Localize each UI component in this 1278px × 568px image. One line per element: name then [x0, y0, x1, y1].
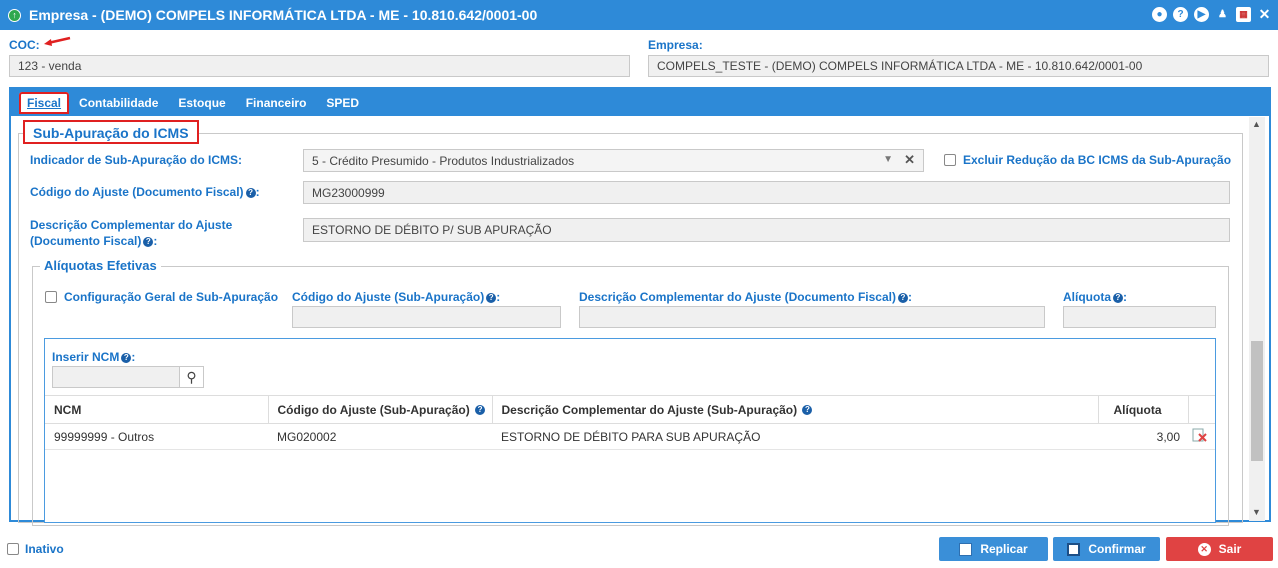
descricao-ajuste-label: Descrição Complementar do Ajuste (Docume… — [30, 218, 233, 248]
scroll-thumb[interactable] — [1251, 341, 1263, 461]
window-title: Empresa - (DEMO) COMPELS INFORMÁTICA LTD… — [29, 7, 538, 23]
excluir-reducao-label: Excluir Redução da BC ICMS da Sub-Apuraç… — [963, 153, 1232, 167]
replicar-label: Replicar — [980, 542, 1028, 556]
help-icon[interactable]: ? — [1113, 292, 1123, 303]
coc-field[interactable]: 123 - venda — [9, 55, 630, 77]
scroll-up-icon[interactable]: ▲ — [1252, 119, 1261, 129]
indicador-value: 5 - Crédito Presumido - Produtos Industr… — [312, 153, 575, 168]
replicar-button[interactable]: Replicar — [939, 537, 1048, 561]
help-icon[interactable]: ? — [143, 236, 154, 247]
sub-apuracao-legend: Sub-Apuração do ICMS — [23, 120, 199, 144]
aliquotas-legend: Alíquotas Efetivas — [40, 258, 161, 273]
help-icon[interactable]: ? — [1173, 7, 1188, 22]
copy-icon — [959, 542, 973, 556]
aliquota-label: Alíquota?: — [1063, 290, 1127, 304]
indicador-select[interactable]: 5 - Crédito Presumido - Produtos Industr… — [303, 149, 924, 172]
col-aliquota[interactable]: Alíquota — [1098, 395, 1189, 424]
table-row[interactable]: 99999999 - Outros MG020002 ESTORNO DE DÉ… — [45, 423, 1215, 450]
descricao-sub-field[interactable] — [579, 306, 1045, 328]
col-codigo-ajuste-text: Código do Ajuste (Sub-Apuração) — [277, 402, 470, 417]
cell-ncm: 99999999 - Outros — [45, 423, 268, 450]
col-descricao[interactable]: Descrição Complementar do Ajuste (Sub-Ap… — [492, 395, 1099, 424]
help-icon[interactable]: ? — [897, 292, 908, 303]
app-icon: ↑ — [8, 8, 21, 22]
exit-icon: ✕ — [1197, 542, 1211, 556]
codigo-sub-label: Código do Ajuste (Sub-Apuração)?: — [292, 290, 501, 304]
scroll-down-icon[interactable]: ▼ — [1252, 507, 1261, 517]
help-icon[interactable]: ? — [486, 292, 497, 303]
red-arrow-annotation — [44, 36, 71, 46]
cell-descricao: ESTORNO DE DÉBITO PARA SUB APURAÇÃO — [492, 423, 1098, 450]
descricao-ajuste-label-line1: Descrição Complementar do Ajuste — [30, 218, 233, 232]
confirmar-button[interactable]: Confirmar — [1053, 537, 1160, 561]
indicador-label: Indicador de Sub-Apuração do ICMS: — [30, 153, 243, 167]
codigo-ajuste-label-text: Código do Ajuste (Documento Fiscal) — [30, 185, 244, 199]
cell-aliquota: 3,00 — [1098, 423, 1188, 450]
tab-fiscal[interactable]: Fiscal — [19, 92, 70, 114]
inserir-ncm-label: Inserir NCM?: — [52, 350, 136, 364]
descricao-sub-label: Descrição Complementar do Ajuste (Docume… — [579, 290, 912, 304]
codigo-ajuste-label: Código do Ajuste (Documento Fiscal)?: — [30, 185, 260, 199]
descricao-sub-label-text: Descrição Complementar do Ajuste (Docume… — [579, 290, 896, 304]
excluir-reducao-checkbox[interactable] — [944, 154, 956, 166]
close-icon[interactable]: ✕ — [1257, 7, 1272, 22]
help-icon[interactable]: ? — [245, 187, 256, 198]
codigo-ajuste-field[interactable]: MG23000999 — [303, 181, 1230, 204]
tab-estoque[interactable]: Estoque — [168, 91, 235, 115]
record-icon[interactable]: ● — [1152, 7, 1167, 22]
empresa-field[interactable]: COMPELS_TESTE - (DEMO) COMPELS INFORMÁTI… — [648, 55, 1269, 77]
confirmar-label: Confirmar — [1088, 542, 1146, 556]
sair-label: Sair — [1218, 542, 1242, 556]
aliquota-label-text: Alíquota — [1063, 290, 1111, 304]
play-icon[interactable]: ▶ — [1194, 7, 1209, 22]
clear-icon[interactable]: ✕ — [904, 152, 915, 168]
config-geral-label: Configuração Geral de Sub-Apuração — [64, 290, 279, 304]
help-icon[interactable]: ? — [475, 405, 486, 416]
col-ncm[interactable]: NCM — [45, 395, 269, 424]
panel-scrollbar[interactable]: ▲ ▼ — [1249, 117, 1265, 521]
inserir-ncm-label-text: Inserir NCM — [52, 350, 120, 364]
col-codigo-ajuste[interactable]: Código do Ajuste (Sub-Apuração) ? — [268, 395, 493, 424]
ncm-grid: Inserir NCM?: ⚲ NCM Código do Ajuste (Su… — [44, 338, 1216, 523]
help-icon[interactable]: ? — [802, 405, 813, 416]
coc-label: COC: — [9, 38, 40, 52]
empresa-label: Empresa: — [648, 38, 703, 52]
chevron-down-icon[interactable]: ▼ — [883, 154, 893, 165]
help-icon[interactable]: ? — [121, 352, 132, 363]
search-icon[interactable]: ⚲ — [180, 366, 204, 388]
title-bar: ↑ Empresa - (DEMO) COMPELS INFORMÁTICA L… — [0, 0, 1278, 30]
codigo-sub-label-text: Código do Ajuste (Sub-Apuração) — [292, 290, 485, 304]
calendar-icon[interactable]: ▦ — [1236, 7, 1251, 22]
config-geral-checkbox[interactable] — [45, 291, 57, 303]
window-tools: ● ? ▶ ♟ ▦ ✕ — [1152, 7, 1272, 22]
codigo-sub-field[interactable] — [292, 306, 561, 328]
aliquota-field[interactable] — [1063, 306, 1216, 328]
save-icon — [1067, 542, 1081, 556]
descricao-ajuste-label-line2: (Documento Fiscal) — [30, 234, 142, 248]
col-actions — [1188, 395, 1215, 424]
inativo-checkbox[interactable] — [7, 543, 19, 555]
user-icon[interactable]: ♟ — [1215, 7, 1230, 22]
ncm-table: NCM Código do Ajuste (Sub-Apuração) ? De… — [45, 395, 1215, 450]
tab-contabilidade[interactable]: Contabilidade — [69, 91, 168, 115]
inativo-label: Inativo — [25, 542, 64, 556]
sair-button[interactable]: ✕ Sair — [1166, 537, 1273, 561]
descricao-ajuste-field[interactable]: ESTORNO DE DÉBITO P/ SUB APURAÇÃO — [303, 218, 1230, 242]
cell-codigo: MG020002 — [268, 423, 492, 450]
tab-sped[interactable]: SPED — [316, 91, 369, 115]
tab-strip: Fiscal Contabilidade Estoque Financeiro … — [9, 87, 369, 119]
table-header-row: NCM Código do Ajuste (Sub-Apuração) ? De… — [45, 395, 1215, 424]
col-descricao-text: Descrição Complementar do Ajuste (Sub-Ap… — [501, 402, 798, 417]
delete-row-icon[interactable] — [1188, 423, 1215, 450]
tab-financeiro[interactable]: Financeiro — [236, 91, 317, 115]
inserir-ncm-input[interactable] — [52, 366, 180, 388]
